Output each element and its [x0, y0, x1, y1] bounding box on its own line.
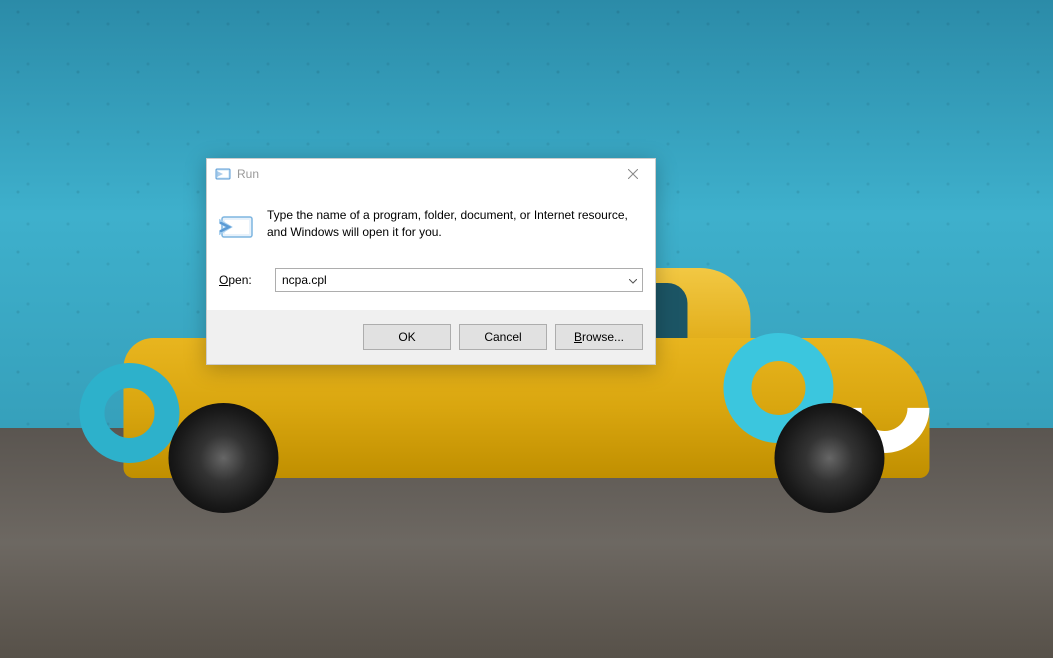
ok-button[interactable]: OK	[363, 324, 451, 350]
open-combobox[interactable]	[275, 268, 643, 292]
cancel-button[interactable]: Cancel	[459, 324, 547, 350]
run-large-icon	[219, 207, 255, 248]
titlebar[interactable]: Run	[207, 159, 655, 189]
run-app-icon	[215, 166, 231, 182]
run-dialog: Run Type the name of a program, folder, …	[206, 158, 656, 365]
close-icon	[628, 169, 638, 179]
browse-button[interactable]: Browse...	[555, 324, 643, 350]
open-label: Open:	[219, 273, 265, 287]
close-button[interactable]	[610, 159, 655, 189]
dialog-description: Type the name of a program, folder, docu…	[267, 207, 643, 248]
open-input[interactable]	[275, 268, 643, 292]
button-row: OK Cancel Browse...	[207, 310, 655, 364]
dialog-title: Run	[237, 167, 610, 181]
